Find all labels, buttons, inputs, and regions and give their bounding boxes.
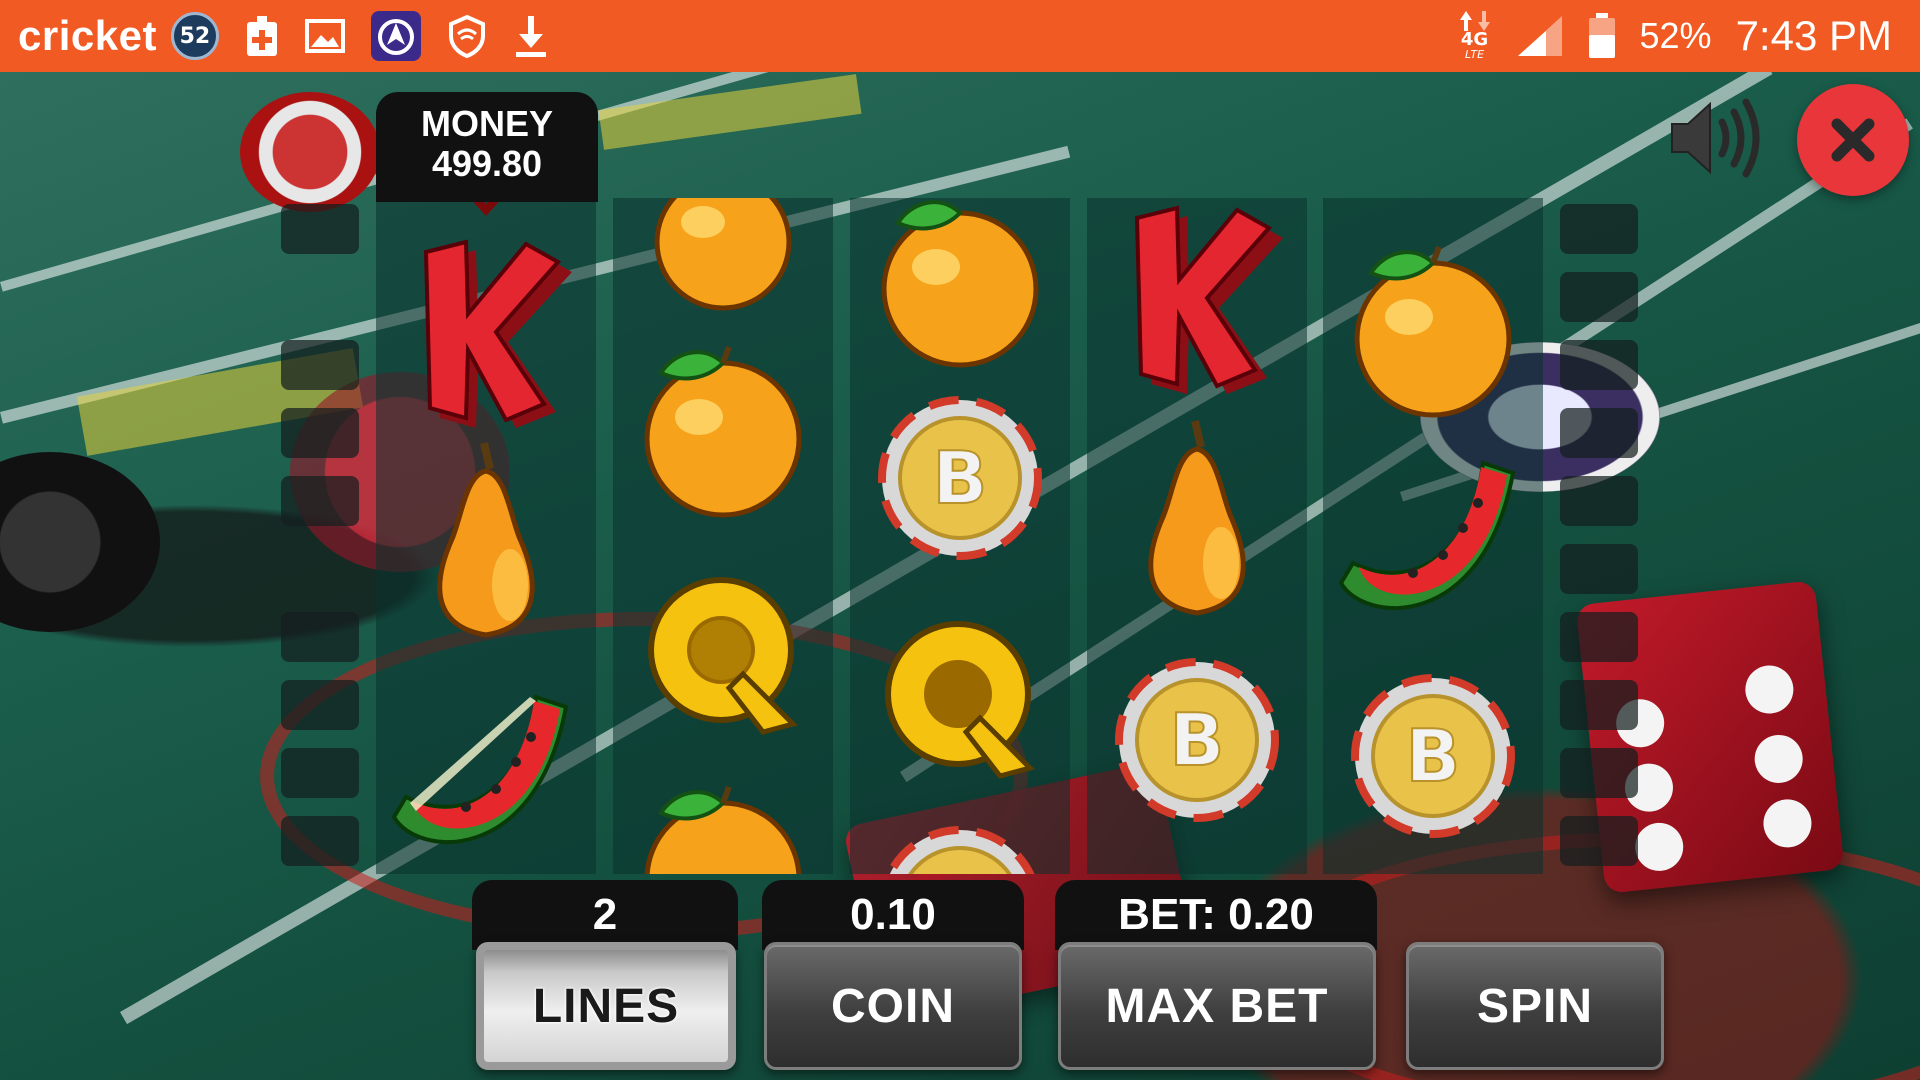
payline-marker xyxy=(1560,272,1638,322)
speaker-icon xyxy=(1671,98,1760,178)
carrier-name: cricket xyxy=(18,12,157,59)
payline-marker xyxy=(1560,544,1638,594)
reel-5: B xyxy=(1323,198,1543,874)
bitcoin-coin-symbol: B xyxy=(1087,630,1307,850)
max-bet-button[interactable]: MAX BET xyxy=(1058,942,1376,1070)
spin-button[interactable]: SPIN xyxy=(1406,942,1664,1070)
bet-value: BET: 0.20 xyxy=(1055,880,1377,950)
svg-text:B: B xyxy=(1406,714,1461,798)
payline-marker xyxy=(281,748,359,798)
notification-count-badge: 52 xyxy=(170,12,219,60)
bitcoin-coin-symbol xyxy=(850,798,1070,874)
payline-marker xyxy=(1560,204,1638,254)
medical-kit-icon xyxy=(245,14,279,58)
queen-symbol xyxy=(613,544,833,764)
orange-symbol xyxy=(613,318,833,538)
king-symbol xyxy=(376,222,596,442)
payline-marker xyxy=(281,340,359,390)
shield-icon xyxy=(447,14,487,58)
payline-marker xyxy=(281,612,359,662)
payline-marker xyxy=(281,680,359,730)
coin-button[interactable]: COIN xyxy=(764,942,1022,1070)
pear-symbol xyxy=(1087,408,1307,628)
money-value: 499.80 xyxy=(431,143,543,184)
download-icon xyxy=(513,14,549,58)
payline-marker xyxy=(281,816,359,866)
payline-marker xyxy=(1560,612,1638,662)
payline-marker xyxy=(1560,816,1638,866)
close-button[interactable] xyxy=(1797,84,1909,196)
watermelon-symbol xyxy=(1323,428,1543,648)
bitcoin-coin-symbol: B xyxy=(850,368,1070,588)
battery-icon xyxy=(1588,13,1616,59)
close-icon xyxy=(1831,118,1875,162)
coin-value: 0.10 xyxy=(762,880,1024,950)
queen-symbol xyxy=(850,588,1070,808)
clock: 7:43 PM xyxy=(1735,12,1892,59)
data-arrows-icon: 4G LTE xyxy=(1458,8,1492,64)
payline-marker xyxy=(281,476,359,526)
network-subtype: LTE xyxy=(1464,48,1485,61)
reel-3: B xyxy=(850,198,1070,874)
payline-marker xyxy=(281,408,359,458)
arc-browser-icon xyxy=(370,11,421,61)
payline-marker xyxy=(1560,408,1638,458)
watermelon-symbol xyxy=(376,662,596,874)
status-bar: cricket 52 4G LTE 52% 7:43 PM xyxy=(0,0,1920,72)
payline-marker xyxy=(1560,476,1638,526)
money-panel: MONEY 499.80 xyxy=(376,92,598,202)
pear-symbol xyxy=(376,430,596,650)
lines-button[interactable]: LINES xyxy=(476,942,736,1070)
orange-symbol xyxy=(613,758,833,874)
reel-2 xyxy=(613,198,833,874)
network-type: 4G xyxy=(1460,29,1489,50)
reel-1 xyxy=(376,198,596,874)
money-label: MONEY xyxy=(420,103,553,144)
payline-marker xyxy=(281,204,359,254)
svg-text:B: B xyxy=(1170,698,1225,782)
battery-percent: 52% xyxy=(1639,15,1712,56)
bitcoin-coin-symbol: B xyxy=(1323,646,1543,866)
payline-marker xyxy=(1560,340,1638,390)
signal-icon xyxy=(1516,14,1564,58)
orange-symbol xyxy=(1323,218,1543,438)
payline-marker xyxy=(1560,748,1638,798)
reel-4: B xyxy=(1087,198,1307,874)
lines-value: 2 xyxy=(472,880,738,950)
sound-toggle[interactable] xyxy=(1668,88,1778,188)
king-symbol xyxy=(1087,198,1307,408)
image-icon xyxy=(304,19,345,53)
svg-text:B: B xyxy=(933,436,988,520)
payline-marker xyxy=(1560,680,1638,730)
orange-symbol xyxy=(850,198,1070,388)
